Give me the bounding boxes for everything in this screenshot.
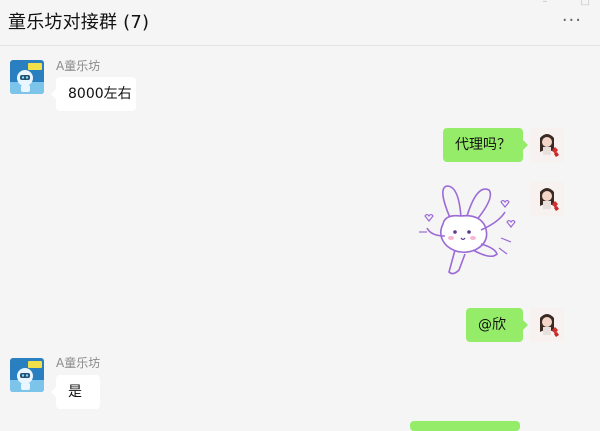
robot-avatar-icon[interactable] [10, 60, 44, 94]
sender-name: A童乐坊 [56, 59, 101, 73]
message-bubble[interactable]: 8000左右 [51, 77, 136, 111]
user-avatar-icon[interactable] [530, 182, 564, 216]
user-avatar-icon[interactable] [530, 128, 564, 162]
user-avatar-icon[interactable] [530, 308, 564, 342]
window-controls: – □ [512, 0, 590, 7]
chat-title: 童乐坊对接群 (7) [8, 12, 150, 33]
more-dots-icon[interactable]: ··· [562, 12, 582, 30]
maximize-icon[interactable]: □ [581, 0, 590, 7]
robot-avatar-icon[interactable] [10, 358, 44, 392]
message-bubble[interactable]: 代理吗？ [443, 128, 528, 162]
minimize-icon[interactable]: – [542, 0, 547, 7]
message-bubble[interactable]: @欣 [466, 308, 528, 342]
sender-name: A童乐坊 [56, 356, 101, 370]
dancing-bunny-sticker[interactable] [415, 180, 525, 280]
message-bubble-partial[interactable] [410, 421, 520, 431]
chat-header: – □ 童乐坊对接群 (7) ··· [0, 0, 600, 46]
message-bubble[interactable]: 是 [51, 375, 100, 409]
